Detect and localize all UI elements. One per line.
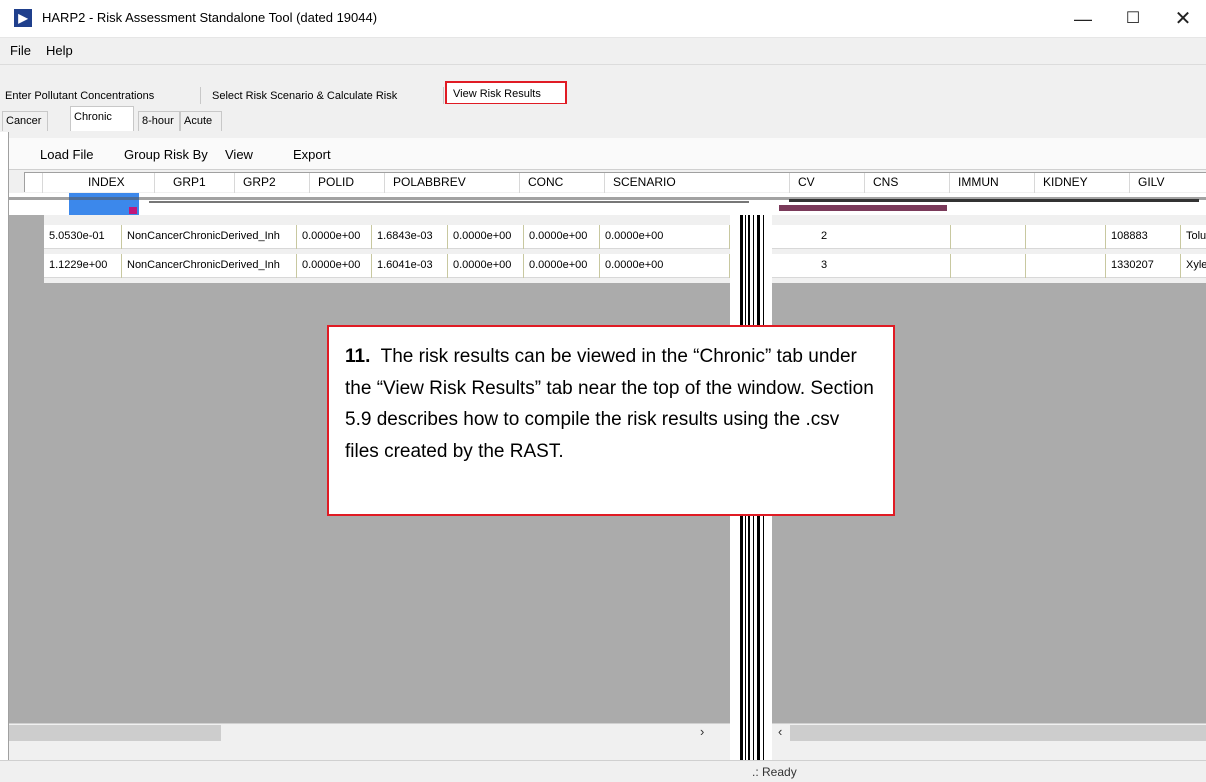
window-title: HARP2 - Risk Assessment Standalone Tool … bbox=[42, 10, 378, 25]
main-tab-strip: Enter Pollutant Concentrations Select Ri… bbox=[0, 64, 1206, 107]
cell-cv: 0.0000e+00 bbox=[297, 225, 372, 249]
column-header-polid[interactable]: POLID bbox=[310, 173, 385, 193]
cell-immun: 0.0000e+00 bbox=[448, 225, 524, 249]
title-bar: ▶ HARP2 - Risk Assessment Standalone Too… bbox=[0, 0, 1206, 38]
scroll-thumb-right[interactable] bbox=[790, 725, 1206, 741]
cell-cns: 1.6041e-03 bbox=[372, 254, 448, 278]
view-menu[interactable]: View bbox=[225, 147, 253, 162]
column-header-conc[interactable]: CONC bbox=[520, 173, 605, 193]
cell-index: 3 bbox=[816, 254, 951, 278]
column-header-kidney[interactable]: KIDNEY bbox=[1035, 173, 1130, 193]
column-header-scenario[interactable]: SCENARIO bbox=[605, 173, 790, 193]
column-header-grp1[interactable]: GRP1 bbox=[165, 173, 235, 193]
cell-conc: 5.0530e-01 bbox=[44, 225, 122, 249]
row-header-corner bbox=[25, 173, 43, 193]
close-button[interactable]: ✕ bbox=[1160, 0, 1206, 38]
risk-type-tab-strip: Cancer Chronic 8-hour Acute bbox=[0, 104, 1206, 132]
column-header-immun[interactable]: IMMUN bbox=[950, 173, 1035, 193]
export-menu[interactable]: Export bbox=[293, 147, 331, 162]
cell-kidney: 0.0000e+00 bbox=[524, 225, 600, 249]
scroll-thumb-left[interactable] bbox=[9, 725, 221, 741]
column-header-grp2[interactable]: GRP2 bbox=[235, 173, 310, 193]
maximize-button[interactable]: ☐ bbox=[1110, 0, 1156, 38]
row-header-area bbox=[9, 215, 44, 725]
column-header-gilv[interactable]: GILV bbox=[1130, 173, 1206, 193]
tab-cancer[interactable]: Cancer bbox=[2, 111, 48, 131]
minimize-button[interactable]: — bbox=[1060, 0, 1106, 38]
app-icon: ▶ bbox=[14, 9, 32, 27]
table-row[interactable]: 1.1229e+00 NonCancerChronicDerived_Inh 0… bbox=[44, 254, 1206, 278]
artifact-bar bbox=[779, 205, 947, 211]
cell-empty bbox=[951, 254, 1026, 278]
cell-polid: 108883 bbox=[1106, 225, 1181, 249]
callout-text: The risk results can be viewed in the “C… bbox=[345, 346, 874, 462]
callout-step-number: 11. bbox=[345, 346, 371, 367]
menu-file[interactable]: File bbox=[10, 43, 31, 58]
column-header-cns[interactable]: CNS bbox=[865, 173, 950, 193]
cell-empty bbox=[951, 225, 1026, 249]
cell-empty bbox=[1026, 254, 1106, 278]
grid-header: INDEX GRP1 GRP2 POLID POLABBREV CONC SCE… bbox=[24, 172, 1206, 193]
cell-gilv: 0.0000e+00 bbox=[600, 225, 730, 249]
cell-scenario: NonCancerChronicDerived_Inh bbox=[122, 225, 297, 249]
group-risk-by-menu[interactable]: Group Risk By bbox=[124, 147, 208, 162]
scroll-right-arrow-icon[interactable]: › bbox=[700, 724, 704, 739]
render-artifact-strip bbox=[9, 193, 1206, 215]
cell-polabbrev: Toluene bbox=[1181, 225, 1206, 249]
menu-bar: File Help bbox=[0, 38, 1206, 64]
tab-8-hour[interactable]: 8-hour bbox=[138, 111, 180, 131]
load-file-menu[interactable]: Load File bbox=[40, 147, 93, 162]
status-text: .: Ready bbox=[752, 765, 797, 779]
cell-polabbrev: Xylenes bbox=[1181, 254, 1206, 278]
cell-empty bbox=[1026, 225, 1106, 249]
cell-cv: 0.0000e+00 bbox=[297, 254, 372, 278]
table-row[interactable]: 5.0530e-01 NonCancerChronicDerived_Inh 0… bbox=[44, 225, 1206, 249]
cell-gilv: 0.0000e+00 bbox=[600, 254, 730, 278]
cell-immun: 0.0000e+00 bbox=[448, 254, 524, 278]
column-header-cv[interactable]: CV bbox=[790, 173, 865, 193]
instruction-callout: 11. The risk results can be viewed in th… bbox=[327, 325, 895, 516]
column-header-index[interactable]: INDEX bbox=[80, 173, 155, 193]
results-toolbar: Load File Group Risk By View Export bbox=[9, 138, 1206, 170]
scroll-left-arrow-icon[interactable]: ‹ bbox=[778, 724, 782, 739]
cell-index: 2 bbox=[816, 225, 951, 249]
menu-help[interactable]: Help bbox=[46, 43, 73, 58]
cell-conc: 1.1229e+00 bbox=[44, 254, 122, 278]
tab-acute[interactable]: Acute bbox=[180, 111, 222, 131]
status-bar: .: Ready bbox=[0, 760, 1206, 782]
cell-cns: 1.6843e-03 bbox=[372, 225, 448, 249]
cell-scenario: NonCancerChronicDerived_Inh bbox=[122, 254, 297, 278]
column-header-polabbrev[interactable]: POLABBREV bbox=[385, 173, 520, 193]
cell-kidney: 0.0000e+00 bbox=[524, 254, 600, 278]
tab-chronic[interactable]: Chronic bbox=[70, 106, 134, 131]
tab-view-risk-results[interactable]: View Risk Results bbox=[445, 81, 567, 105]
cell-polid: 1330207 bbox=[1106, 254, 1181, 278]
